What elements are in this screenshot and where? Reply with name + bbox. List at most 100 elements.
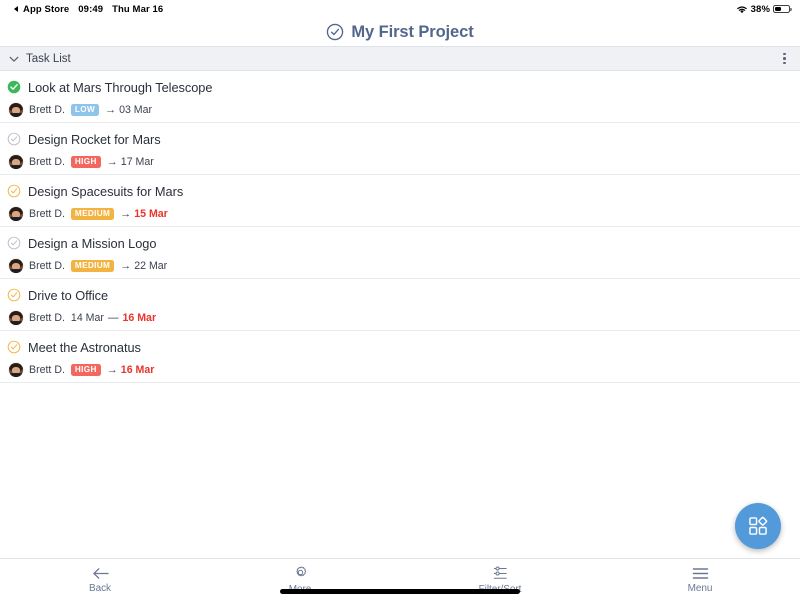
task-assignee: Brett D. bbox=[29, 260, 65, 272]
kebab-dot bbox=[783, 61, 786, 65]
task-assignee: Brett D. bbox=[29, 312, 65, 324]
sliders-icon bbox=[493, 566, 507, 579]
task-end-date: 17 Mar bbox=[120, 156, 154, 168]
task-row-primary: Design Rocket for Mars bbox=[7, 129, 790, 149]
status-bar: App Store 09:49 Thu Mar 16 38% bbox=[0, 0, 800, 18]
task-list[interactable]: Look at Mars Through Telescope Brett D. LO… bbox=[0, 71, 800, 558]
avatar-body bbox=[9, 165, 23, 169]
task-row-primary: Meet the Astronatus bbox=[7, 337, 790, 357]
task-row-meta: Brett D. HIGH → 16 Mar bbox=[7, 360, 790, 380]
task-due-date[interactable]: → 03 Mar bbox=[105, 104, 152, 116]
task-title: Design Rocket for Mars bbox=[28, 131, 161, 147]
toolbar-label-menu: Menu bbox=[687, 582, 713, 594]
avatar[interactable] bbox=[9, 103, 23, 117]
toolbar-item-menu[interactable]: Menu bbox=[600, 559, 800, 600]
task-title: Design Spacesuits for Mars bbox=[28, 183, 184, 199]
circle-check-outline-icon[interactable] bbox=[7, 184, 21, 198]
battery-percent-label: 38% bbox=[750, 3, 770, 15]
task-row-meta: Brett D. MEDIUM → 15 Mar bbox=[7, 204, 790, 224]
avatar[interactable] bbox=[9, 363, 23, 377]
circle-check-icon bbox=[327, 23, 344, 41]
priority-badge[interactable]: HIGH bbox=[70, 363, 101, 377]
status-bar-right: 38% bbox=[736, 3, 792, 15]
task-title: Look at Mars Through Telescope bbox=[28, 79, 213, 95]
task-assignee: Brett D. bbox=[29, 156, 65, 168]
task-assignee: Brett D. bbox=[29, 104, 65, 116]
task-due-date[interactable]: → 15 Mar bbox=[120, 208, 168, 220]
task-row-primary: Look at Mars Through Telescope bbox=[7, 77, 790, 97]
battery-fill bbox=[775, 6, 781, 12]
task-title: Design a Mission Logo bbox=[28, 235, 157, 251]
navigation-bar: My First Project bbox=[0, 18, 800, 46]
arrow-right-icon: → bbox=[120, 259, 132, 272]
avatar-body bbox=[9, 217, 23, 221]
circle-check-outline-icon[interactable] bbox=[7, 236, 21, 250]
chevron-down-icon[interactable] bbox=[8, 53, 20, 65]
status-bar-date: Thu Mar 16 bbox=[112, 3, 164, 15]
task-row-meta: Brett D. MEDIUM → 22 Mar bbox=[7, 256, 790, 276]
circle-check-filled-icon[interactable] bbox=[7, 80, 21, 94]
wifi-icon bbox=[736, 5, 747, 13]
task-title: Meet the Astronatus bbox=[28, 339, 141, 355]
task-due-date[interactable]: → 17 Mar bbox=[107, 156, 154, 168]
task-row-meta: Brett D. HIGH → 17 Mar bbox=[7, 152, 790, 172]
avatar-body bbox=[9, 373, 23, 377]
task-row[interactable]: Design Spacesuits for Mars Brett D. MEDIUM… bbox=[0, 175, 800, 227]
toolbar-item-back[interactable]: Back bbox=[0, 559, 200, 600]
task-row-primary: Drive to Office bbox=[7, 285, 790, 305]
task-row[interactable]: Drive to Office Brett D. 14 Mar —16 Mar bbox=[0, 279, 800, 331]
task-row[interactable]: Meet the Astronatus Brett D. HIGH → 16 Mar bbox=[0, 331, 800, 383]
kebab-dot bbox=[783, 52, 786, 56]
avatar[interactable] bbox=[9, 207, 23, 221]
task-row-meta: Brett D. LOW → 03 Mar bbox=[7, 100, 790, 120]
toolbar-label-back: Back bbox=[88, 582, 112, 594]
priority-badge[interactable]: MEDIUM bbox=[70, 207, 115, 221]
task-start-date: 14 Mar bbox=[70, 312, 104, 324]
gear-icon bbox=[295, 565, 306, 576]
task-assignee: Brett D. bbox=[29, 364, 65, 376]
avatar[interactable] bbox=[9, 311, 23, 325]
task-end-date: 16 Mar bbox=[122, 312, 157, 324]
circle-check-outline-icon[interactable] bbox=[7, 288, 21, 302]
task-row-meta: Brett D. 14 Mar —16 Mar bbox=[7, 308, 790, 328]
status-bar-back-app: App Store bbox=[23, 3, 70, 15]
circle-check-outline-icon[interactable] bbox=[7, 132, 21, 146]
avatar[interactable] bbox=[9, 259, 23, 273]
arrow-right-icon: → bbox=[105, 103, 117, 116]
task-end-date: 22 Mar bbox=[134, 260, 168, 272]
task-row-primary: Design Spacesuits for Mars bbox=[7, 181, 790, 201]
kebab-dot bbox=[783, 57, 786, 60]
apps-grid-fab-button[interactable] bbox=[735, 503, 781, 549]
status-bar-time: 09:49 bbox=[78, 3, 104, 15]
task-due-date[interactable]: → 16 Mar bbox=[107, 364, 155, 376]
task-row-primary: Design a Mission Logo bbox=[7, 233, 790, 253]
arrow-right-icon: → bbox=[106, 155, 118, 168]
task-row[interactable]: Look at Mars Through Telescope Brett D. LO… bbox=[0, 71, 800, 123]
priority-badge[interactable]: HIGH bbox=[70, 155, 101, 169]
apps-grid-icon bbox=[749, 516, 768, 535]
battery-icon bbox=[773, 4, 792, 14]
task-due-date[interactable]: → 22 Mar bbox=[120, 260, 167, 272]
arrow-right-icon: → bbox=[106, 363, 118, 376]
task-row[interactable]: Design Rocket for Mars Brett D. HIGH → 17 Ma… bbox=[0, 123, 800, 175]
avatar-body bbox=[9, 113, 23, 117]
avatar-body bbox=[9, 269, 23, 273]
task-end-date: 15 Mar bbox=[134, 208, 168, 220]
task-row[interactable]: Design a Mission Logo Brett D. MEDIUM → 22 M… bbox=[0, 227, 800, 279]
arrow-right-icon: → bbox=[120, 207, 132, 220]
task-title: Drive to Office bbox=[28, 287, 109, 303]
status-bar-left[interactable]: App Store 09:49 Thu Mar 16 bbox=[14, 4, 163, 15]
section-title: Task List bbox=[26, 52, 71, 65]
priority-badge[interactable]: LOW bbox=[70, 103, 100, 117]
circle-check-outline-icon[interactable] bbox=[7, 340, 21, 354]
home-indicator bbox=[280, 589, 520, 594]
task-end-date: 03 Mar bbox=[119, 104, 153, 116]
task-assignee: Brett D. bbox=[29, 208, 65, 220]
kebab-menu-icon[interactable] bbox=[779, 50, 790, 68]
arrow-left-icon bbox=[92, 567, 109, 579]
section-header-task-list[interactable]: Task List bbox=[0, 46, 800, 71]
avatar[interactable] bbox=[9, 155, 23, 169]
priority-badge[interactable]: MEDIUM bbox=[70, 259, 115, 273]
hamburger-menu-icon bbox=[692, 567, 708, 579]
task-due-date[interactable]: 14 Mar —16 Mar bbox=[71, 312, 156, 324]
